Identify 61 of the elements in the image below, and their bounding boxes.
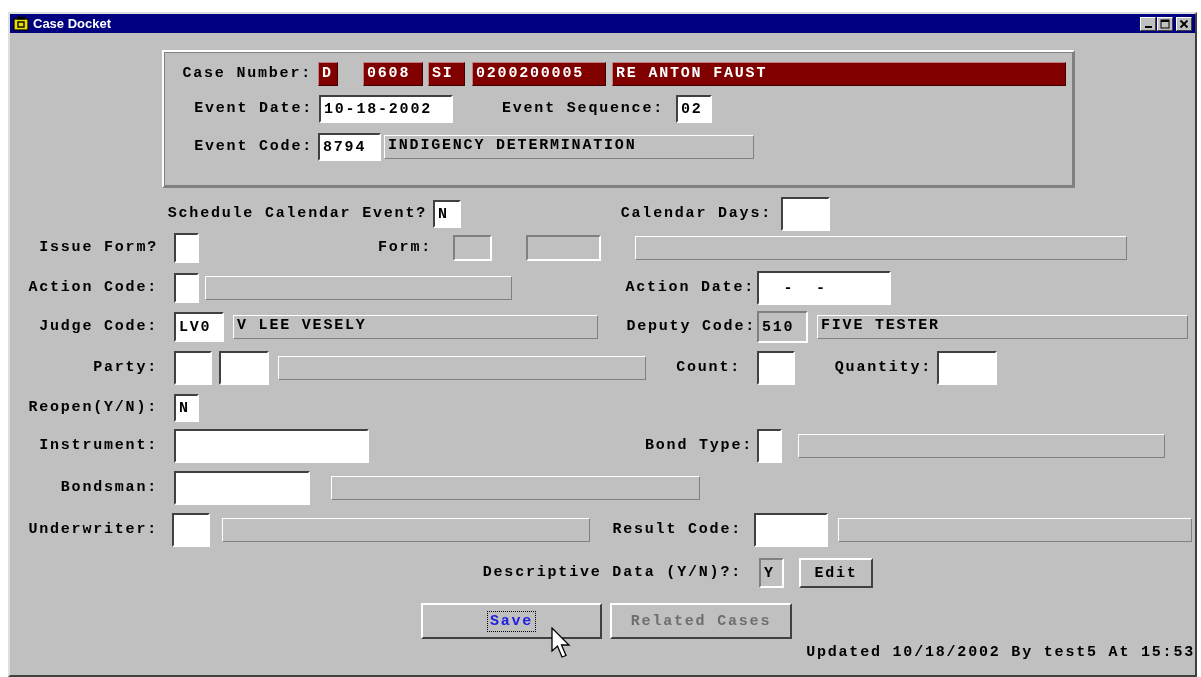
field-label: Instrument: bbox=[38, 437, 158, 455]
description-field: FIVE TESTER bbox=[817, 315, 1188, 339]
form-button[interactable]: Save bbox=[421, 603, 602, 639]
input-field[interactable]: 8794 bbox=[318, 133, 381, 161]
input-field[interactable] bbox=[174, 273, 199, 303]
field-label: Quantity: bbox=[833, 359, 932, 377]
field-label: Result Code: bbox=[611, 521, 742, 539]
input-field[interactable]: N bbox=[433, 200, 461, 228]
input-field[interactable] bbox=[219, 351, 269, 385]
input-field[interactable]: LV0 bbox=[174, 312, 224, 342]
case-number-field: 0200200005 bbox=[472, 62, 606, 86]
field-label: Case Number: bbox=[181, 65, 312, 83]
field-label: Action Date: bbox=[624, 279, 755, 297]
window-title: Case Docket bbox=[33, 16, 113, 31]
case-number-field: D bbox=[318, 62, 338, 86]
field-label: Calendar Days: bbox=[619, 205, 772, 223]
field-label: Judge Code: bbox=[38, 318, 158, 336]
field-label: Reopen(Y/N): bbox=[27, 399, 158, 417]
maximize-button[interactable] bbox=[1157, 16, 1173, 31]
mouse-pointer-icon bbox=[551, 627, 573, 661]
field-label: Form: bbox=[377, 239, 432, 257]
close-icon bbox=[1179, 18, 1189, 29]
field-label: Schedule Calendar Event? bbox=[166, 205, 427, 223]
minimize-button[interactable] bbox=[1140, 16, 1156, 31]
close-button[interactable] bbox=[1176, 16, 1192, 31]
input-field[interactable] bbox=[757, 429, 782, 463]
field-label: Event Date: bbox=[193, 100, 313, 118]
app-icon bbox=[13, 16, 29, 31]
input-field[interactable]: - - bbox=[757, 271, 891, 305]
input-field[interactable] bbox=[174, 233, 199, 263]
field-label: Party: bbox=[92, 359, 158, 377]
field-label: Action Code: bbox=[27, 279, 158, 297]
input-field[interactable] bbox=[757, 351, 795, 385]
input-field[interactable] bbox=[172, 513, 210, 547]
description-field: INDIGENCY DETERMINATION bbox=[384, 135, 754, 159]
case-number-field: 0608 bbox=[363, 62, 423, 86]
minimize-icon bbox=[1144, 25, 1152, 28]
field-label: Bond Type: bbox=[644, 437, 753, 455]
input-field[interactable] bbox=[174, 429, 369, 463]
case-number-field: SI bbox=[428, 62, 465, 86]
input-field[interactable] bbox=[781, 197, 830, 231]
input-field[interactable]: 10-18-2002 bbox=[319, 95, 453, 123]
field-label: Event Code: bbox=[193, 138, 313, 156]
input-field[interactable] bbox=[937, 351, 997, 385]
description-field: V LEE VESELY bbox=[233, 315, 598, 339]
form-button[interactable]: Edit bbox=[799, 558, 873, 588]
field-label: Underwriter: bbox=[27, 521, 158, 539]
input-field[interactable]: N bbox=[174, 394, 199, 422]
input-field[interactable]: 02 bbox=[676, 95, 712, 123]
case-number-field: RE ANTON FAUST bbox=[612, 62, 1066, 86]
input-field[interactable] bbox=[174, 471, 310, 505]
input-field[interactable] bbox=[174, 351, 212, 385]
field-label: Deputy Code: bbox=[625, 318, 756, 336]
maximize-icon bbox=[1160, 18, 1170, 29]
status-text: Updated 10/18/2002 By test5 At 15:53 bbox=[805, 644, 1195, 662]
field-label: Descriptive Data (Y/N)?: bbox=[481, 564, 742, 582]
input-field[interactable] bbox=[754, 513, 828, 547]
field-label: Issue Form? bbox=[38, 239, 158, 257]
field-label: Event Sequence: bbox=[500, 100, 664, 118]
field-label: Count: bbox=[675, 359, 741, 377]
field-label: Bondsman: bbox=[59, 479, 158, 497]
